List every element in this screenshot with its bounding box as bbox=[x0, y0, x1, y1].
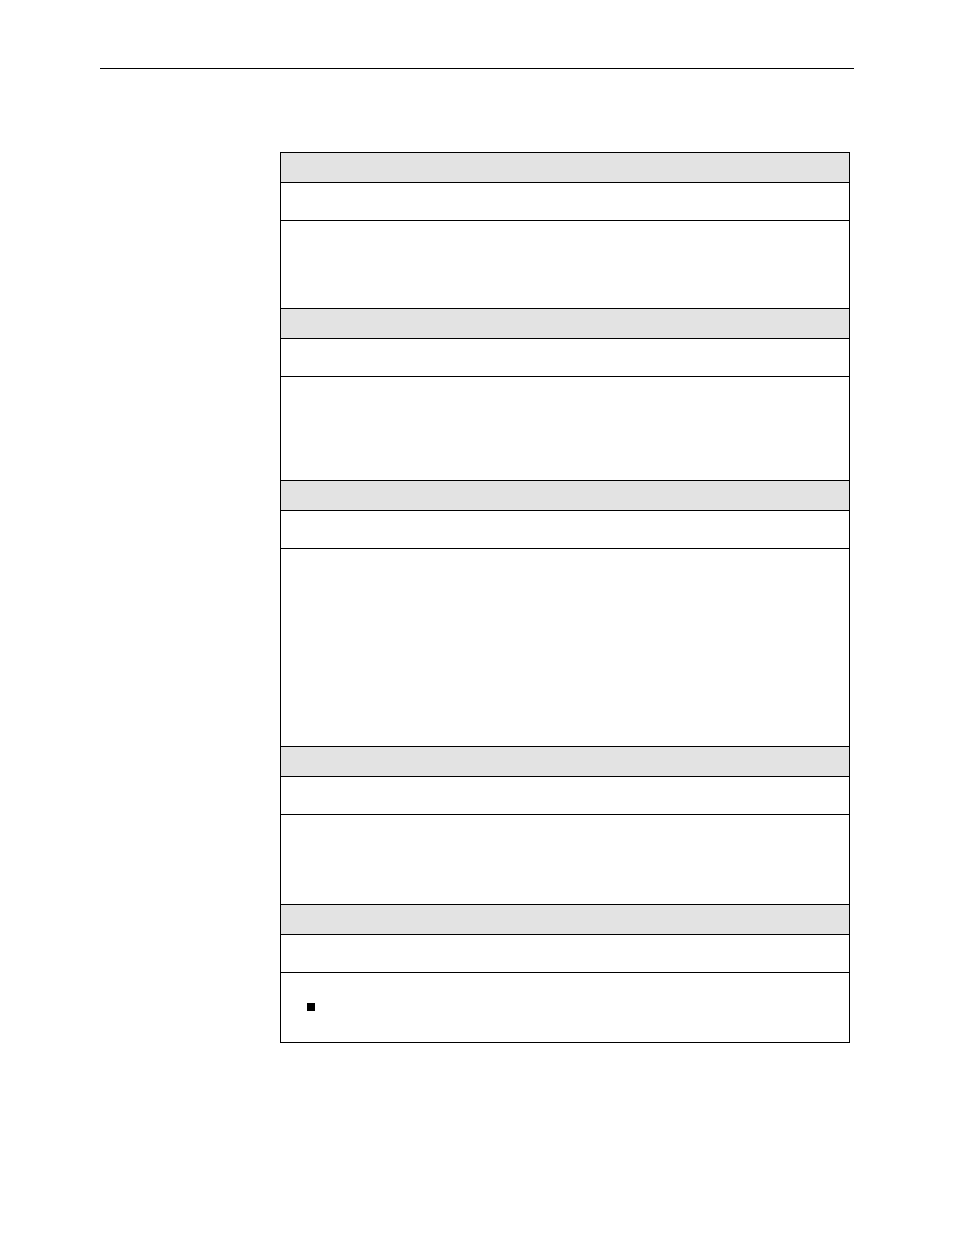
table-group-row bbox=[281, 153, 850, 183]
description-cell bbox=[281, 815, 850, 905]
group-cell bbox=[281, 905, 850, 935]
header-rule bbox=[100, 68, 854, 69]
table-row bbox=[281, 815, 850, 905]
table-row bbox=[281, 549, 850, 747]
page bbox=[0, 0, 954, 1235]
example-cell bbox=[281, 777, 850, 815]
example-cell bbox=[281, 935, 850, 973]
table-group-row bbox=[281, 309, 850, 339]
table-row bbox=[281, 221, 850, 309]
example-cell bbox=[281, 183, 850, 221]
group-cell bbox=[281, 153, 850, 183]
reference-table bbox=[280, 152, 850, 1043]
description-cell bbox=[281, 549, 850, 747]
description-cell bbox=[281, 377, 850, 481]
table-group-row bbox=[281, 905, 850, 935]
example-cell bbox=[281, 339, 850, 377]
description-cell bbox=[281, 221, 850, 309]
table-group-row bbox=[281, 747, 850, 777]
group-cell bbox=[281, 481, 850, 511]
table-row bbox=[281, 183, 850, 221]
table-row bbox=[281, 339, 850, 377]
group-cell bbox=[281, 747, 850, 777]
table-row bbox=[281, 377, 850, 481]
table-row bbox=[281, 935, 850, 973]
table-row bbox=[281, 511, 850, 549]
description-cell bbox=[281, 973, 850, 1043]
table-row bbox=[281, 973, 850, 1043]
table-row bbox=[281, 777, 850, 815]
table-group-row bbox=[281, 481, 850, 511]
bullet-icon bbox=[307, 1003, 315, 1011]
example-cell bbox=[281, 511, 850, 549]
table bbox=[280, 152, 850, 1043]
group-cell bbox=[281, 309, 850, 339]
